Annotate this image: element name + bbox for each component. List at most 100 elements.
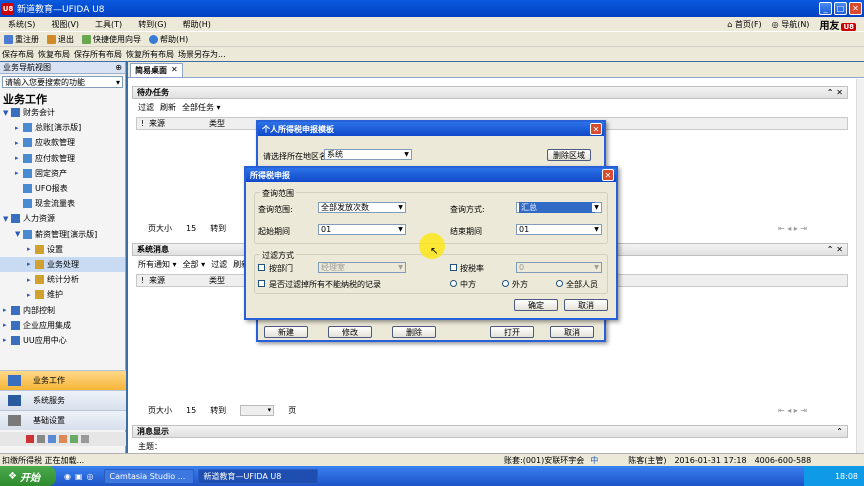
wizard-button[interactable]: 快捷使用向导: [78, 34, 145, 45]
query-mode-select[interactable]: 汇总 ▼: [516, 202, 602, 213]
grid-icon[interactable]: [37, 435, 45, 443]
tree-item[interactable]: ▸ 设置: [0, 242, 125, 257]
quicklaunch-ie-icon[interactable]: ◉: [64, 472, 71, 481]
new-button[interactable]: 新建: [264, 326, 308, 338]
todo-filter-button[interactable]: 过滤: [138, 102, 154, 113]
tree-item[interactable]: ▼ 人力资源: [0, 211, 125, 226]
collapse-arrow-icon[interactable]: ▸: [15, 124, 23, 132]
save-layout-button[interactable]: 保存布局: [0, 49, 36, 60]
save-all-layouts-button[interactable]: 保存所有布局: [72, 49, 124, 60]
menu-view[interactable]: 视图(V): [43, 19, 87, 30]
help-button[interactable]: 帮助(H): [145, 34, 192, 45]
expand-arrow-icon[interactable]: ▼: [3, 109, 11, 117]
expand-arrow-icon[interactable]: ▼: [3, 215, 11, 223]
list-icon[interactable]: [48, 435, 56, 443]
tab-simple-desktop[interactable]: 简易桌面 ✕: [130, 63, 183, 77]
collapse-icon[interactable]: ⌃ ✕: [827, 245, 843, 254]
function-search-input[interactable]: 请输入您要搜索的功能 ▾: [2, 76, 123, 88]
tree-item[interactable]: ▸ 企业应用集成: [0, 318, 125, 333]
more-icon[interactable]: [81, 435, 89, 443]
nav-link[interactable]: ◎ 导航(N): [772, 19, 810, 30]
collapse-arrow-icon[interactable]: ▸: [27, 291, 35, 299]
delete-button[interactable]: 删除: [392, 326, 436, 338]
save-scene-as-button[interactable]: 场景另存为...: [176, 49, 228, 60]
collapse-arrow-icon[interactable]: ▸: [15, 169, 23, 177]
re-register-button[interactable]: 重注册: [0, 34, 43, 45]
todo-pager-nav-icons[interactable]: ⇤ ◂ ▸ ⇥: [778, 224, 807, 233]
maximize-button[interactable]: □: [834, 2, 847, 15]
menu-goto[interactable]: 转到(G): [130, 19, 174, 30]
tax-report-close-button[interactable]: ✕: [602, 169, 614, 181]
cancel-button[interactable]: 取消: [564, 299, 608, 311]
start-period-select[interactable]: 01 ▼: [318, 224, 406, 235]
expand-arrow-icon[interactable]: ▼: [15, 230, 23, 238]
ime-indicator[interactable]: 中: [590, 455, 598, 466]
start-button[interactable]: ❖ 开始: [0, 466, 56, 486]
exclude-nontaxable-checkbox[interactable]: [258, 280, 265, 287]
by-rate-checkbox[interactable]: [450, 264, 457, 271]
radio-chinese[interactable]: [450, 280, 457, 287]
messages-page-input[interactable]: ▾: [240, 404, 275, 416]
collapse-arrow-icon[interactable]: ▸: [27, 245, 35, 253]
task-u8[interactable]: 新道教育—UFIDA U8: [197, 468, 318, 484]
messages-filter-button[interactable]: 过滤: [211, 259, 227, 270]
minimize-button[interactable]: _: [819, 2, 832, 15]
tab-close-icon[interactable]: ✕: [171, 65, 178, 76]
radio-foreign[interactable]: [502, 280, 509, 287]
collapse-arrow-icon[interactable]: ▸: [3, 306, 11, 314]
main-scrollbar[interactable]: [856, 79, 864, 453]
pin-icon[interactable]: ⊕: [115, 63, 122, 72]
modify-button[interactable]: 修改: [328, 326, 372, 338]
collapse-arrow-icon[interactable]: ▸: [27, 260, 35, 268]
rate-select[interactable]: 0 ▼: [516, 262, 602, 273]
stop-icon[interactable]: [26, 435, 34, 443]
tree-item[interactable]: ▸ 固定资产: [0, 166, 125, 181]
query-range-select[interactable]: 全部发放次数 ▼: [318, 202, 406, 213]
collapse-arrow-icon[interactable]: ▸: [15, 154, 23, 162]
quicklaunch-media-icon[interactable]: ◎: [87, 472, 94, 481]
tax-template-close-button[interactable]: ✕: [590, 123, 602, 135]
tree-item[interactable]: ▸ 应付款管理: [0, 151, 125, 166]
ok-button[interactable]: 确定: [514, 299, 558, 311]
basic-settings-button[interactable]: 基础设置: [0, 410, 126, 430]
tree-item[interactable]: ▸ 业务处理: [0, 256, 125, 273]
end-period-select[interactable]: 01 ▼: [516, 224, 602, 235]
collapse-arrow-icon[interactable]: ▸: [27, 276, 35, 284]
tree-item[interactable]: ▸ 内部控制: [0, 302, 125, 317]
collapse-icon[interactable]: ⌃: [836, 427, 843, 436]
collapse-icon[interactable]: ⌃ ✕: [827, 88, 843, 97]
system-service-button[interactable]: 系统服务: [0, 390, 126, 410]
restore-all-layouts-button[interactable]: 恢复所有布局: [124, 49, 176, 60]
todo-refresh-button[interactable]: 刷新: [160, 102, 176, 113]
tree-item[interactable]: 现金流量表: [0, 196, 125, 211]
close-button[interactable]: ✕: [849, 2, 862, 15]
menu-tools[interactable]: 工具(T): [87, 19, 130, 30]
restore-layout-button[interactable]: 恢复布局: [36, 49, 72, 60]
quicklaunch-desktop-icon[interactable]: ▣: [75, 472, 83, 481]
task-camtasia[interactable]: Camtasia Studio ...: [103, 468, 194, 484]
tree-item[interactable]: ▼ 财务会计: [0, 105, 125, 120]
tree-item[interactable]: ▸ 统计分析: [0, 272, 125, 287]
menu-system[interactable]: 系统(S): [0, 19, 43, 30]
search-dropdown-icon[interactable]: ▾: [116, 78, 120, 87]
chart-icon[interactable]: [59, 435, 67, 443]
delete-region-button[interactable]: 删除区域: [547, 149, 591, 161]
collapse-arrow-icon[interactable]: ▸: [3, 336, 11, 344]
tree-item[interactable]: UFO报表: [0, 181, 125, 196]
home-link[interactable]: ⌂ 首页(F): [727, 19, 761, 30]
messages-pager-nav-icons[interactable]: ⇤ ◂ ▸ ⇥: [778, 406, 807, 415]
collapse-arrow-icon[interactable]: ▸: [15, 139, 23, 147]
report-icon[interactable]: [70, 435, 78, 443]
tree-item[interactable]: ▸ 总账[演示版]: [0, 120, 125, 135]
radio-all-staff[interactable]: [556, 280, 563, 287]
region-select[interactable]: 系统 ▼: [324, 149, 412, 160]
open-button[interactable]: 打开: [490, 326, 534, 338]
template-cancel-button[interactable]: 取消: [550, 326, 594, 338]
tree-item[interactable]: ▸ 维护: [0, 287, 125, 302]
business-work-button[interactable]: 业务工作: [0, 370, 126, 390]
exit-button[interactable]: 退出: [43, 34, 78, 45]
by-dept-checkbox[interactable]: [258, 264, 265, 271]
messages-notify-dropdown[interactable]: 所有通知 ▾: [138, 259, 177, 270]
menu-help[interactable]: 帮助(H): [175, 19, 219, 30]
messages-all-dropdown[interactable]: 全部 ▾: [183, 259, 206, 270]
